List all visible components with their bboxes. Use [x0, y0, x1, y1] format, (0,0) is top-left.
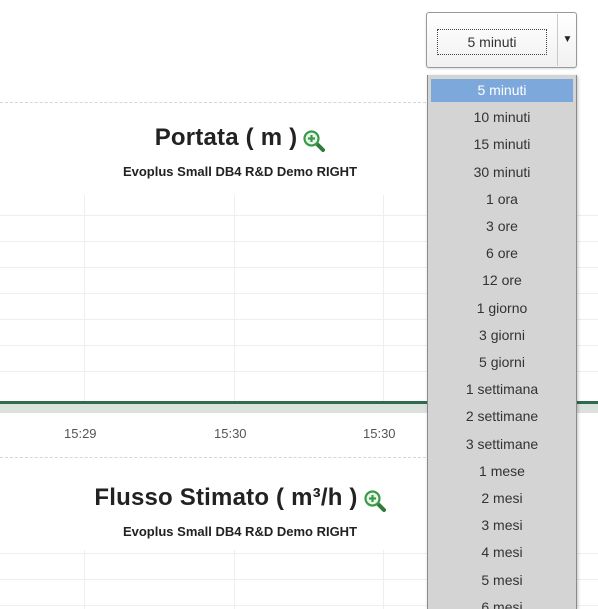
x-tick-label: 15:30	[363, 426, 396, 441]
dropdown-option[interactable]: 12 ore	[431, 269, 573, 292]
dropdown-option[interactable]: 1 settimana	[431, 378, 573, 401]
dropdown-option[interactable]: 2 mesi	[431, 487, 573, 510]
dropdown-option[interactable]: 3 settimane	[431, 433, 573, 456]
caret-down-icon[interactable]: ▼	[558, 13, 577, 67]
dropdown-option[interactable]: 3 giorni	[431, 324, 573, 347]
dropdown-option[interactable]: 4 mesi	[431, 541, 573, 564]
dropdown-option[interactable]: 6 mesi	[431, 596, 573, 609]
dropdown-option[interactable]: 30 minuti	[431, 161, 573, 184]
x-tick-label: 15:30	[214, 426, 247, 441]
grid-line	[383, 195, 384, 401]
dropdown-option[interactable]: 10 minuti	[431, 106, 573, 129]
section-separator-middle	[0, 457, 426, 458]
dropdown-option[interactable]: 1 ora	[431, 188, 573, 211]
zoom-in-icon[interactable]	[364, 490, 386, 512]
chart-title-portata: Portata ( m )	[0, 124, 480, 152]
chart-subtitle-flusso: Evoplus Small DB4 R&D Demo RIGHT	[122, 524, 358, 539]
interval-dropdown-list: 5 minuti 10 minuti 15 minuti 30 minuti 1 ora…	[427, 75, 577, 609]
section-separator-top	[0, 102, 426, 103]
grid-line	[84, 195, 85, 401]
dropdown-option[interactable]: 3 mesi	[431, 514, 573, 537]
chart-title-text: Portata ( m )	[154, 124, 298, 151]
chart-title-text: Flusso Stimato ( m³/h )	[94, 484, 358, 511]
zoom-in-icon[interactable]	[303, 130, 326, 152]
dropdown-option[interactable]: 5 giorni	[431, 351, 573, 374]
dropdown-option[interactable]: 6 ore	[431, 242, 573, 265]
interval-select[interactable]: 5 minuti ▼	[426, 12, 577, 68]
grid-line	[234, 195, 235, 401]
dropdown-option[interactable]: 15 minuti	[431, 133, 573, 156]
grid-line	[383, 550, 384, 609]
chart-subtitle-portata: Evoplus Small DB4 R&D Demo RIGHT	[122, 164, 358, 179]
dropdown-option[interactable]: 5 mesi	[431, 569, 573, 592]
dropdown-option[interactable]: 2 settimane	[431, 405, 573, 428]
grid-line	[84, 550, 85, 609]
dropdown-option[interactable]: 1 mese	[431, 460, 573, 483]
interval-select-value: 5 minuti	[437, 29, 547, 55]
grid-line	[234, 550, 235, 609]
chart-title-flusso: Flusso Stimato ( m³/h )	[0, 484, 480, 512]
dropdown-option[interactable]: 5 minuti	[431, 79, 573, 102]
dropdown-option[interactable]: 1 giorno	[431, 297, 573, 320]
x-tick-label: 15:29	[64, 426, 97, 441]
dropdown-option[interactable]: 3 ore	[431, 215, 573, 238]
